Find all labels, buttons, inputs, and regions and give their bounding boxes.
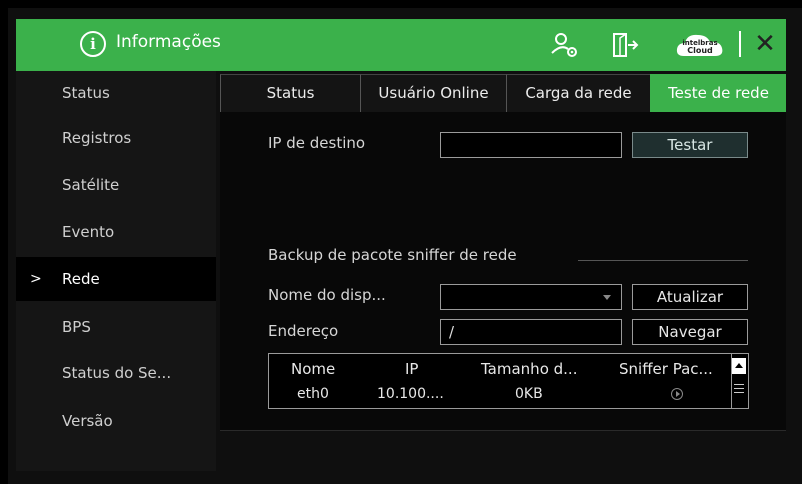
- device-name-label: Nome do disp...: [268, 286, 386, 304]
- scroll-up-icon[interactable]: [732, 358, 746, 374]
- sidebar-item-satelite[interactable]: Satélite: [16, 163, 216, 207]
- sidebar-item-label: Evento: [62, 223, 115, 241]
- address-input[interactable]: /: [440, 319, 622, 345]
- sidebar-item-status-servico[interactable]: Status do Se...: [16, 351, 216, 395]
- cell-ip: 10.100....: [377, 386, 444, 402]
- column-header-ip[interactable]: IP: [405, 360, 418, 378]
- tab-carga-da-rede[interactable]: Carga da rede: [506, 74, 650, 112]
- ip-destination-input[interactable]: [440, 132, 622, 158]
- tab-usuario-online[interactable]: Usuário Online: [360, 74, 506, 112]
- refresh-button[interactable]: Atualizar: [632, 284, 748, 310]
- sidebar-item-label: Registros: [62, 129, 132, 147]
- device-name-dropdown[interactable]: [440, 284, 622, 310]
- sidebar-item-label: Rede: [62, 270, 100, 288]
- cloud-label-bottom: Cloud: [687, 46, 713, 55]
- sidebar-item-label: Versão: [62, 412, 113, 430]
- play-icon[interactable]: [671, 388, 683, 400]
- title-bar: i Informações intelbras Cloud ✕: [16, 19, 786, 71]
- sidebar: Status Registros Satélite Evento > Rede …: [16, 71, 216, 471]
- user-settings-icon[interactable]: [550, 31, 580, 59]
- address-label: Endereço: [268, 322, 339, 340]
- sidebar-item-registros[interactable]: Registros: [16, 116, 216, 160]
- section-divider: [578, 260, 748, 261]
- table-scrollbar[interactable]: [731, 354, 748, 408]
- test-button[interactable]: Testar: [632, 132, 748, 158]
- sidebar-item-label: BPS: [62, 318, 91, 336]
- ip-destination-label: IP de destino: [268, 134, 366, 152]
- chevron-right-icon: >: [30, 271, 42, 287]
- sidebar-item-bps[interactable]: BPS: [16, 305, 216, 349]
- sidebar-item-label: Status: [62, 84, 110, 102]
- sniffer-section-title: Backup de pacote sniffer de rede: [268, 246, 517, 264]
- sidebar-item-label: Status do Se...: [62, 364, 172, 382]
- browse-button[interactable]: Navegar: [632, 319, 748, 345]
- title-separator: [739, 31, 741, 57]
- exit-icon[interactable]: [610, 31, 640, 59]
- cell-name: eth0: [297, 386, 329, 402]
- column-header-nome[interactable]: Nome: [291, 360, 335, 378]
- sidebar-item-status[interactable]: Status: [16, 71, 216, 115]
- cell-size: 0KB: [515, 386, 543, 402]
- sidebar-item-evento[interactable]: Evento: [16, 210, 216, 254]
- info-icon: i: [80, 31, 106, 57]
- column-header-size[interactable]: Tamanho d...: [481, 360, 577, 378]
- tab-status[interactable]: Status: [220, 74, 360, 112]
- cloud-label: intelbras Cloud: [674, 39, 726, 55]
- menu-icon[interactable]: [734, 384, 744, 396]
- main-content: IP de destino Testar Backup de pacote sn…: [220, 112, 786, 430]
- sidebar-item-versao[interactable]: Versão: [16, 399, 216, 443]
- sniffer-table: Nome IP Tamanho d... Sniffer Pac... eth0…: [268, 353, 749, 409]
- sidebar-item-rede[interactable]: > Rede: [16, 257, 216, 301]
- footer-divider: [220, 430, 786, 431]
- close-icon[interactable]: ✕: [752, 29, 778, 59]
- tab-bar: Status Usuário Online Carga da rede Test…: [220, 74, 786, 112]
- cloud-icon[interactable]: intelbras Cloud: [674, 30, 726, 60]
- chevron-down-icon: [603, 295, 611, 300]
- column-header-sniffer[interactable]: Sniffer Pac...: [619, 360, 713, 378]
- tab-teste-de-rede[interactable]: Teste de rede: [650, 74, 786, 112]
- sidebar-item-label: Satélite: [62, 176, 120, 194]
- window-title: Informações: [116, 32, 221, 52]
